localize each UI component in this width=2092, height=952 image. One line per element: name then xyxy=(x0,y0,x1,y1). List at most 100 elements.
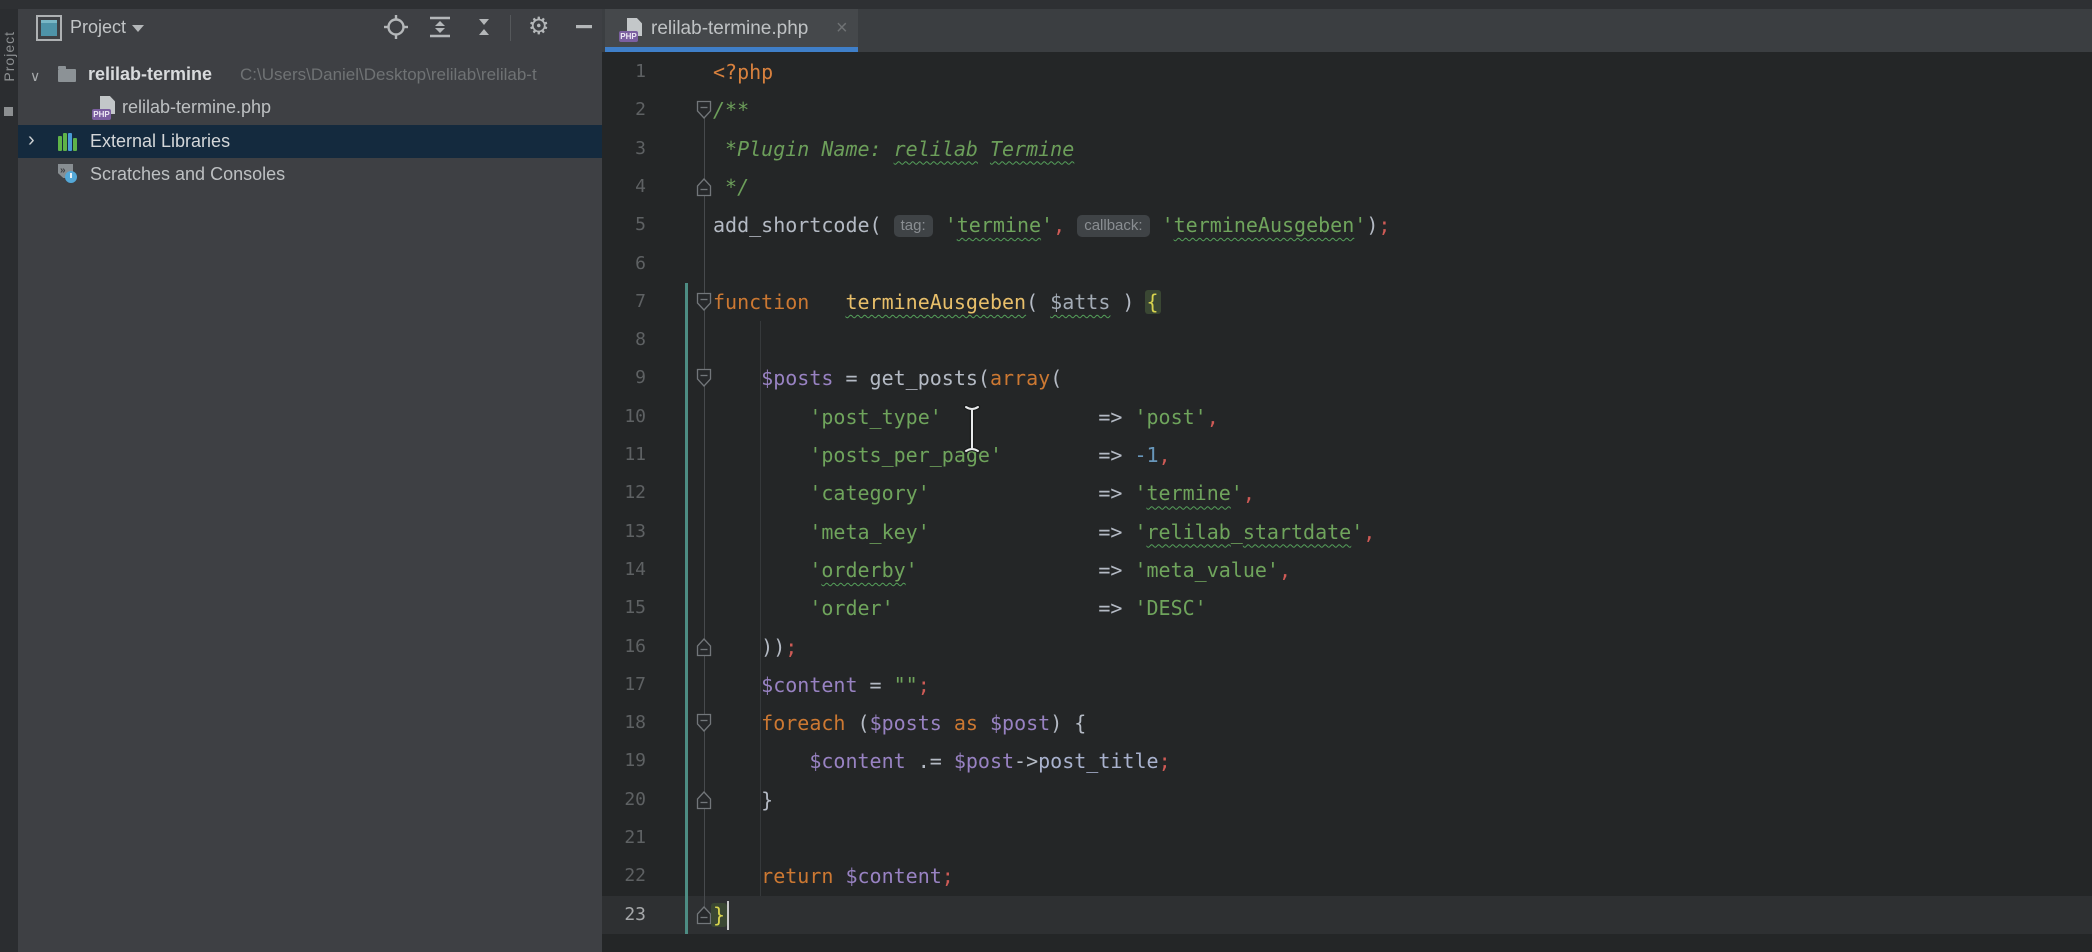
code-line-1[interactable]: <?php xyxy=(713,53,773,92)
code-line-17[interactable]: $content = ""; xyxy=(713,666,930,705)
line-number-8: 8 xyxy=(602,321,646,360)
code-line-18[interactable]: foreach ($posts as $post) { xyxy=(713,704,1086,743)
code-segment: 'order' xyxy=(809,596,893,620)
code-segment: Termine xyxy=(990,137,1074,161)
code-segment: $content xyxy=(761,673,857,697)
code-segment: termineAusgeben xyxy=(1174,213,1355,237)
code-segment: ) xyxy=(1110,290,1146,314)
code-line-11[interactable]: 'posts_per_page' => -1, xyxy=(713,436,1171,475)
code-segment: 'category' xyxy=(809,481,929,505)
code-segment: ; xyxy=(1378,213,1390,237)
project-toolwindow-button[interactable]: Project xyxy=(1,31,17,82)
code-line-19[interactable]: $content .= $post->post_title; xyxy=(713,742,1171,781)
code-segment: get_posts xyxy=(870,366,978,390)
fold-marker-line-16[interactable] xyxy=(696,637,712,657)
code-segment: ( xyxy=(1050,366,1062,390)
toolwindow-square-icon[interactable] xyxy=(4,107,13,116)
code-segment: } xyxy=(711,903,727,927)
line-number-13: 13 xyxy=(602,513,646,552)
code-line-4[interactable]: */ xyxy=(713,168,749,207)
code-segment: ; xyxy=(1159,749,1171,773)
code-segment: ' xyxy=(1134,520,1146,544)
code-segment xyxy=(809,290,845,314)
code-line-13[interactable]: 'meta_key' => 'relilab_startdate', xyxy=(713,513,1375,552)
code-line-16[interactable]: )); xyxy=(713,628,797,667)
code-segment: ' xyxy=(906,558,918,582)
code-line-15[interactable]: 'order' => 'DESC' xyxy=(713,589,1207,628)
code-segment xyxy=(713,520,809,544)
code-segment: $content xyxy=(845,864,941,888)
line-number-1: 1 xyxy=(602,53,646,92)
code-segment: function xyxy=(713,290,809,314)
fold-marker-line-20[interactable] xyxy=(696,790,712,810)
expand-all-icon[interactable] xyxy=(426,13,454,41)
fold-marker-line-7[interactable] xyxy=(696,292,712,312)
code-segment: termine xyxy=(1147,481,1231,505)
code-segment: = xyxy=(833,366,869,390)
chevron-expanded-icon[interactable]: ∨ xyxy=(30,68,40,85)
tab-relilab-termine-php[interactable]: PHP relilab-termine.php × xyxy=(605,9,858,52)
code-segment: => xyxy=(1098,443,1134,467)
code-segment: $post xyxy=(954,749,1014,773)
tree-row-relilab-termine-php[interactable]: PHPrelilab-termine.php xyxy=(18,91,602,124)
code-segment: => xyxy=(1098,481,1134,505)
close-icon[interactable]: × xyxy=(836,17,848,40)
line-number-18: 18 xyxy=(602,704,646,743)
code-segment: ' xyxy=(1354,213,1366,237)
code-line-9[interactable]: $posts = get_posts(array( xyxy=(713,359,1062,398)
code-segment xyxy=(1150,213,1162,237)
code-segment: $content xyxy=(809,749,905,773)
hide-panel-icon[interactable] xyxy=(570,13,598,41)
settings-icon[interactable]: ⚙ xyxy=(528,13,556,41)
code-segment: 'post' xyxy=(1134,405,1206,429)
line-number-10: 10 xyxy=(602,398,646,437)
project-panel-title[interactable]: Project xyxy=(70,17,126,38)
fold-marker-line-23[interactable] xyxy=(696,905,712,925)
code-segment xyxy=(978,711,990,735)
php-file-icon: PHP xyxy=(92,96,116,120)
chevron-down-icon[interactable] xyxy=(132,25,144,32)
line-number-2: 2 xyxy=(602,91,646,130)
line-number-9: 9 xyxy=(602,359,646,398)
code-segment xyxy=(713,788,761,812)
code-line-5[interactable]: add_shortcode( tag: 'termine', callback:… xyxy=(713,206,1390,245)
code-line-20[interactable]: } xyxy=(713,781,773,820)
fold-marker-line-18[interactable] xyxy=(696,713,712,733)
code-segment: foreach xyxy=(761,711,845,735)
code-segment: ; xyxy=(785,635,797,659)
tree-row-external-libraries[interactable]: › External Libraries xyxy=(18,125,602,158)
code-segment xyxy=(942,711,954,735)
line-number-4: 4 xyxy=(602,168,646,207)
code-line-3[interactable]: *Plugin Name: relilab Termine xyxy=(713,130,1074,169)
code-segment: -1 xyxy=(1134,443,1158,467)
code-line-23[interactable]: } xyxy=(713,896,725,935)
fold-marker-line-2[interactable] xyxy=(696,100,712,120)
code-segment xyxy=(713,558,809,582)
code-line-22[interactable]: return $content; xyxy=(713,857,954,896)
code-line-14[interactable]: 'orderby' => 'meta_value', xyxy=(713,551,1291,590)
fold-marker-line-9[interactable] xyxy=(696,368,712,388)
code-segment: relilab xyxy=(894,137,978,161)
code-segment: relilab xyxy=(1147,520,1231,544)
php-file-icon: PHP xyxy=(619,18,643,42)
code-line-12[interactable]: 'category' => 'termine', xyxy=(713,474,1255,513)
tree-row-scratches-and-consoles[interactable]: »Scratches and Consoles xyxy=(18,158,602,191)
code-segment xyxy=(894,596,1099,620)
code-segment xyxy=(713,635,761,659)
code-line-2[interactable]: /** xyxy=(713,91,749,130)
code-line-7[interactable]: function termineAusgeben( $atts ) { xyxy=(713,283,1159,322)
collapse-all-icon[interactable] xyxy=(470,13,498,41)
tree-item-label: External Libraries xyxy=(90,131,230,152)
code-segment xyxy=(713,405,809,429)
code-segment: ( xyxy=(1026,290,1050,314)
chevron-collapsed-icon[interactable]: › xyxy=(28,129,35,152)
code-segment: { xyxy=(1145,290,1161,314)
inlay-hint: tag: xyxy=(894,215,933,237)
tree-row-relilab-termine[interactable]: ∨relilab-termineC:\Users\Daniel\Desktop\… xyxy=(18,58,602,91)
code-segment: 'DESC' xyxy=(1134,596,1206,620)
locate-icon[interactable] xyxy=(382,13,410,41)
code-segment: = xyxy=(858,673,894,697)
scratches-icon: » xyxy=(58,164,82,184)
fold-marker-line-4[interactable] xyxy=(696,177,712,197)
tree-item-label: relilab-termine xyxy=(88,64,212,85)
